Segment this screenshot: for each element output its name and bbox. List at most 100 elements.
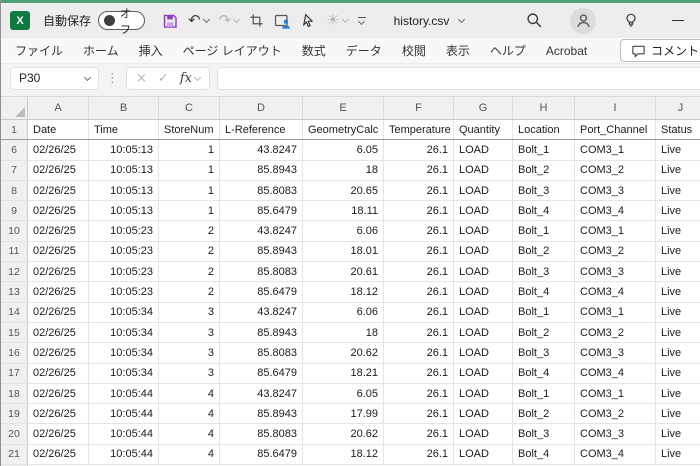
cell-E6[interactable]: 6.05 xyxy=(303,140,384,159)
cell-I15[interactable]: COM3_2 xyxy=(575,323,656,342)
cell-F13[interactable]: 26.1 xyxy=(384,282,454,301)
cell-B15[interactable]: 10:05:34 xyxy=(89,323,159,342)
cell-J19[interactable]: Live xyxy=(656,404,700,423)
cell-B16[interactable]: 10:05:34 xyxy=(89,343,159,362)
column-header-I[interactable]: I xyxy=(575,97,656,119)
cell-F18[interactable]: 26.1 xyxy=(384,384,454,403)
cell-B21[interactable]: 10:05:44 xyxy=(89,445,159,464)
cell-I14[interactable]: COM3_1 xyxy=(575,303,656,322)
cell-A19[interactable]: 02/26/25 xyxy=(28,404,89,423)
cell-J21[interactable]: Live xyxy=(656,445,700,464)
cell-I8[interactable]: COM3_3 xyxy=(575,181,656,200)
cell-C6[interactable]: 1 xyxy=(159,140,220,159)
cell-B6[interactable]: 10:05:13 xyxy=(89,140,159,159)
cell-F1[interactable]: Temperature xyxy=(384,120,454,139)
tab-page-layout[interactable]: ページ レイアウト xyxy=(173,38,292,63)
row-header-6[interactable]: 6 xyxy=(1,140,28,159)
cell-F9[interactable]: 26.1 xyxy=(384,201,454,220)
cell-C20[interactable]: 4 xyxy=(159,424,220,443)
cell-D20[interactable]: 85.8083 xyxy=(220,424,303,443)
tab-formulas[interactable]: 数式 xyxy=(292,38,336,63)
cell-E11[interactable]: 18.01 xyxy=(303,242,384,261)
cell-D6[interactable]: 43.8247 xyxy=(220,140,303,159)
cell-A9[interactable]: 02/26/25 xyxy=(28,201,89,220)
cell-G17[interactable]: LOAD xyxy=(454,364,513,383)
row-header-19[interactable]: 19 xyxy=(1,404,28,423)
cell-F11[interactable]: 26.1 xyxy=(384,242,454,261)
cell-E16[interactable]: 20.62 xyxy=(303,343,384,362)
cell-G18[interactable]: LOAD xyxy=(454,384,513,403)
column-header-C[interactable]: C xyxy=(159,97,220,119)
cell-G8[interactable]: LOAD xyxy=(454,181,513,200)
cell-F8[interactable]: 26.1 xyxy=(384,181,454,200)
cell-F12[interactable]: 26.1 xyxy=(384,262,454,281)
select-all-button[interactable] xyxy=(1,97,28,119)
tab-file[interactable]: ファイル xyxy=(5,38,73,63)
cell-J15[interactable]: Live xyxy=(656,323,700,342)
cell-B7[interactable]: 10:05:13 xyxy=(89,161,159,180)
cell-D18[interactable]: 43.8247 xyxy=(220,384,303,403)
name-box[interactable]: P30 xyxy=(10,67,99,90)
cell-A10[interactable]: 02/26/25 xyxy=(28,221,89,240)
accessibility-check-button[interactable] xyxy=(270,10,295,32)
cell-D7[interactable]: 85.8943 xyxy=(220,161,303,180)
row-header-18[interactable]: 18 xyxy=(1,384,28,403)
cell-D8[interactable]: 85.8083 xyxy=(220,181,303,200)
formula-bar-input[interactable] xyxy=(217,67,700,90)
cell-E10[interactable]: 6.06 xyxy=(303,221,384,240)
cell-C18[interactable]: 4 xyxy=(159,384,220,403)
cell-G6[interactable]: LOAD xyxy=(454,140,513,159)
row-header-1[interactable]: 1 xyxy=(1,120,28,139)
row-header-20[interactable]: 20 xyxy=(1,424,28,443)
cell-I10[interactable]: COM3_1 xyxy=(575,221,656,240)
cell-C10[interactable]: 2 xyxy=(159,221,220,240)
cell-I1[interactable]: Port_Channel xyxy=(575,120,656,139)
cell-B12[interactable]: 10:05:23 xyxy=(89,262,159,281)
cell-H1[interactable]: Location xyxy=(513,120,575,139)
cell-D9[interactable]: 85.6479 xyxy=(220,201,303,220)
save-button[interactable] xyxy=(158,10,182,32)
cell-H18[interactable]: Bolt_1 xyxy=(513,384,575,403)
cell-B20[interactable]: 10:05:44 xyxy=(89,424,159,443)
cell-I6[interactable]: COM3_1 xyxy=(575,140,656,159)
cell-J1[interactable]: Status xyxy=(656,120,700,139)
cell-B19[interactable]: 10:05:44 xyxy=(89,404,159,423)
cell-A6[interactable]: 02/26/25 xyxy=(28,140,89,159)
undo-button[interactable]: ↶ xyxy=(184,10,213,31)
cell-H17[interactable]: Bolt_4 xyxy=(513,364,575,383)
column-header-A[interactable]: A xyxy=(28,97,89,119)
cell-C15[interactable]: 3 xyxy=(159,323,220,342)
cell-F6[interactable]: 26.1 xyxy=(384,140,454,159)
cell-H16[interactable]: Bolt_3 xyxy=(513,343,575,362)
cell-H11[interactable]: Bolt_2 xyxy=(513,242,575,261)
cell-I9[interactable]: COM3_4 xyxy=(575,201,656,220)
undo-dropdown-chevron-icon[interactable] xyxy=(203,16,210,23)
column-header-J[interactable]: J xyxy=(656,97,700,119)
insert-function-button[interactable]: fx xyxy=(180,71,200,86)
cell-F20[interactable]: 26.1 xyxy=(384,424,454,443)
cell-E7[interactable]: 18 xyxy=(303,161,384,180)
cell-H20[interactable]: Bolt_3 xyxy=(513,424,575,443)
excel-app-icon[interactable]: X xyxy=(10,11,30,30)
autosave-toggle[interactable]: 自動保存 オフ xyxy=(43,11,145,30)
cell-E18[interactable]: 6.05 xyxy=(303,384,384,403)
cell-A11[interactable]: 02/26/25 xyxy=(28,242,89,261)
tab-data[interactable]: データ xyxy=(336,38,392,63)
tab-review[interactable]: 校閲 xyxy=(392,38,436,63)
crop-button[interactable] xyxy=(245,10,268,31)
cell-B14[interactable]: 10:05:34 xyxy=(89,303,159,322)
cell-C9[interactable]: 1 xyxy=(159,201,220,220)
cell-C13[interactable]: 2 xyxy=(159,282,220,301)
cell-C16[interactable]: 3 xyxy=(159,343,220,362)
row-header-12[interactable]: 12 xyxy=(1,262,28,281)
cell-C19[interactable]: 4 xyxy=(159,404,220,423)
cell-I21[interactable]: COM3_4 xyxy=(575,445,656,464)
autosave-pill[interactable]: オフ xyxy=(98,11,145,30)
cell-J11[interactable]: Live xyxy=(656,242,700,261)
cell-G7[interactable]: LOAD xyxy=(454,161,513,180)
cell-A7[interactable]: 02/26/25 xyxy=(28,161,89,180)
column-header-D[interactable]: D xyxy=(220,97,303,119)
cell-B17[interactable]: 10:05:34 xyxy=(89,364,159,383)
cell-G9[interactable]: LOAD xyxy=(454,201,513,220)
row-header-16[interactable]: 16 xyxy=(1,343,28,362)
